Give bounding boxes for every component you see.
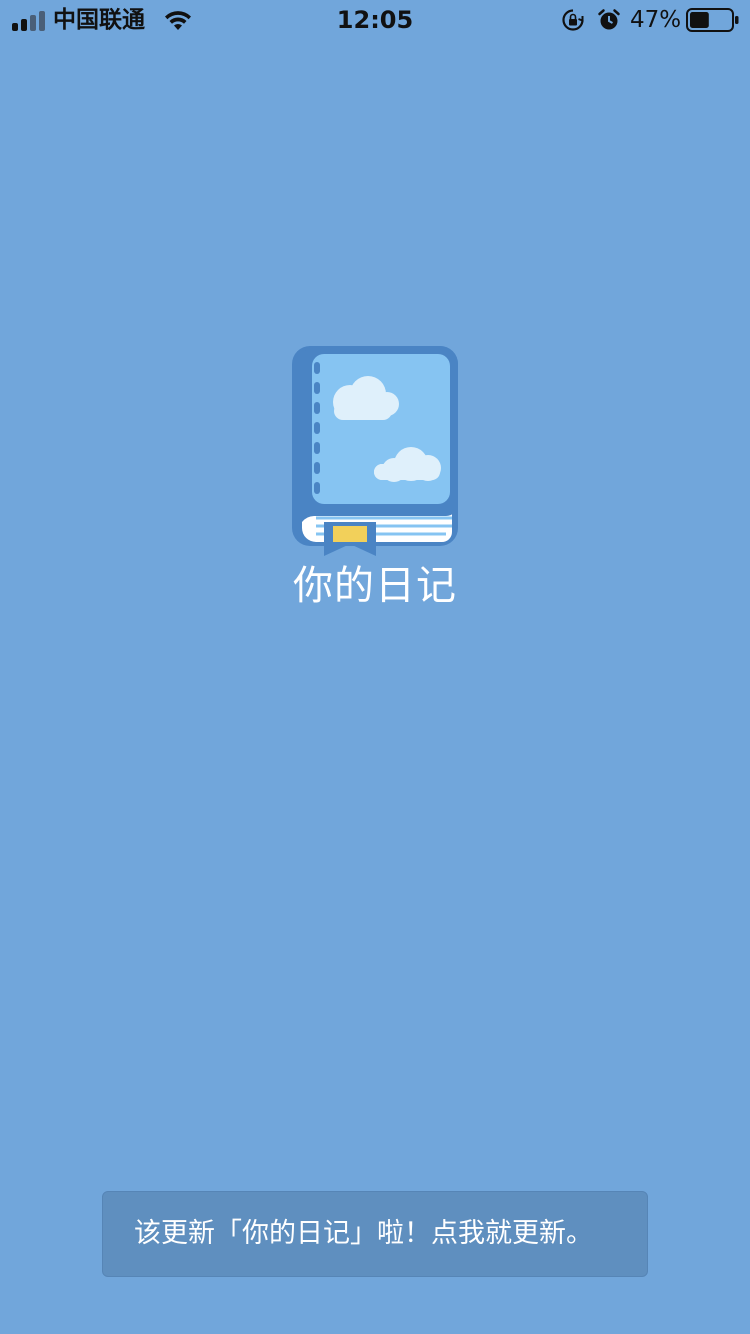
diary-book-icon <box>292 346 458 556</box>
battery-icon <box>686 8 739 32</box>
battery-percentage: 47% <box>630 7 682 33</box>
update-banner[interactable]: 该更新「你的日记」啦！点我就更新。 <box>102 1191 648 1277</box>
status-bar: 中国联通 12:05 47% <box>0 0 750 40</box>
app-name: 你的日记 <box>293 563 457 609</box>
orientation-lock-icon <box>562 9 584 31</box>
alarm-icon <box>598 9 620 30</box>
update-banner-text[interactable]: 该更新「你的日记」啦！点我就更新。 <box>134 1192 593 1276</box>
